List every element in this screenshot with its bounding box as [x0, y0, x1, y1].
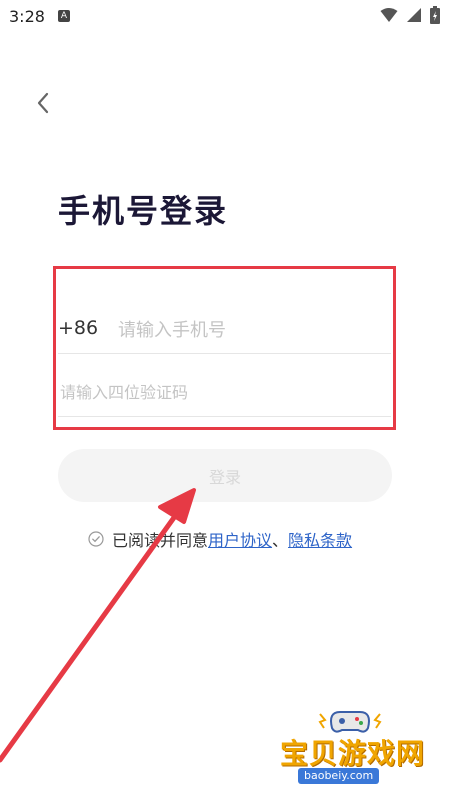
watermark-logo: 宝贝游戏网 baobeiy.com	[270, 700, 430, 790]
agreement-row: 已阅读并同意 用户协议 、 隐私条款	[88, 527, 352, 551]
annotation-highlight-box	[53, 266, 396, 430]
login-button[interactable]: 登录	[58, 449, 392, 502]
agreement-text: 已阅读并同意	[112, 531, 209, 550]
signal-icon	[407, 8, 421, 22]
notification-icon: A	[58, 10, 70, 22]
battery-icon	[430, 6, 440, 24]
back-arrow-icon[interactable]	[32, 90, 56, 116]
agreement-checkbox-icon[interactable]	[88, 531, 104, 547]
wifi-icon	[380, 8, 398, 22]
user-agreement-link[interactable]: 用户协议	[208, 527, 272, 551]
agreement-separator: 、	[272, 531, 289, 550]
status-bar: 3:28 A	[0, 0, 450, 34]
watermark-url: baobeiy.com	[298, 768, 380, 784]
status-icons	[380, 6, 440, 24]
privacy-policy-link[interactable]: 隐私条款	[288, 527, 352, 551]
watermark-title: 宝贝游戏网	[280, 737, 426, 770]
status-time: 3:28	[9, 7, 45, 26]
page-title: 手机号登录	[58, 192, 229, 230]
